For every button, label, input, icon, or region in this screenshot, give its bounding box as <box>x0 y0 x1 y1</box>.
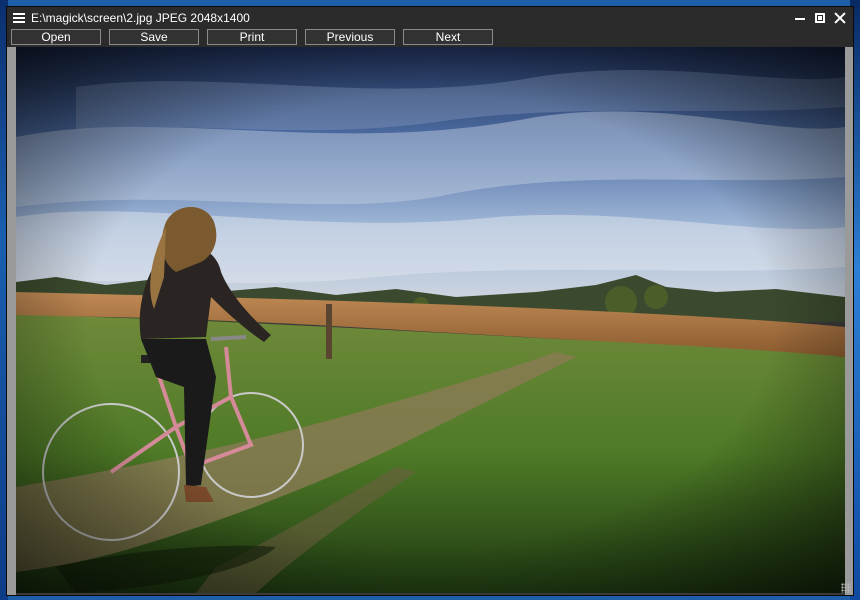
resize-grip-icon[interactable] <box>841 583 851 593</box>
left-border-strip <box>7 47 16 595</box>
save-button[interactable]: Save <box>109 29 199 45</box>
window-title: E:\magick\screen\2.jpg JPEG 2048x1400 <box>31 11 250 25</box>
maximize-icon[interactable] <box>813 11 827 25</box>
previous-button[interactable]: Previous <box>305 29 395 45</box>
hamburger-menu-icon[interactable] <box>13 13 25 23</box>
displayed-photo <box>16 47 845 593</box>
open-button[interactable]: Open <box>11 29 101 45</box>
photo-illustration <box>16 47 845 593</box>
toolbar: Open Save Print Previous Next <box>11 29 493 46</box>
close-icon[interactable] <box>833 11 847 25</box>
minimize-icon[interactable] <box>793 11 807 25</box>
window-controls <box>793 11 847 25</box>
image-viewer-window: E:\magick\screen\2.jpg JPEG 2048x1400 Op… <box>6 6 854 596</box>
next-button[interactable]: Next <box>403 29 493 45</box>
right-border-strip <box>845 47 853 595</box>
title-bar[interactable]: E:\magick\screen\2.jpg JPEG 2048x1400 <box>7 7 853 29</box>
print-button[interactable]: Print <box>207 29 297 45</box>
image-viewport[interactable] <box>7 47 853 595</box>
